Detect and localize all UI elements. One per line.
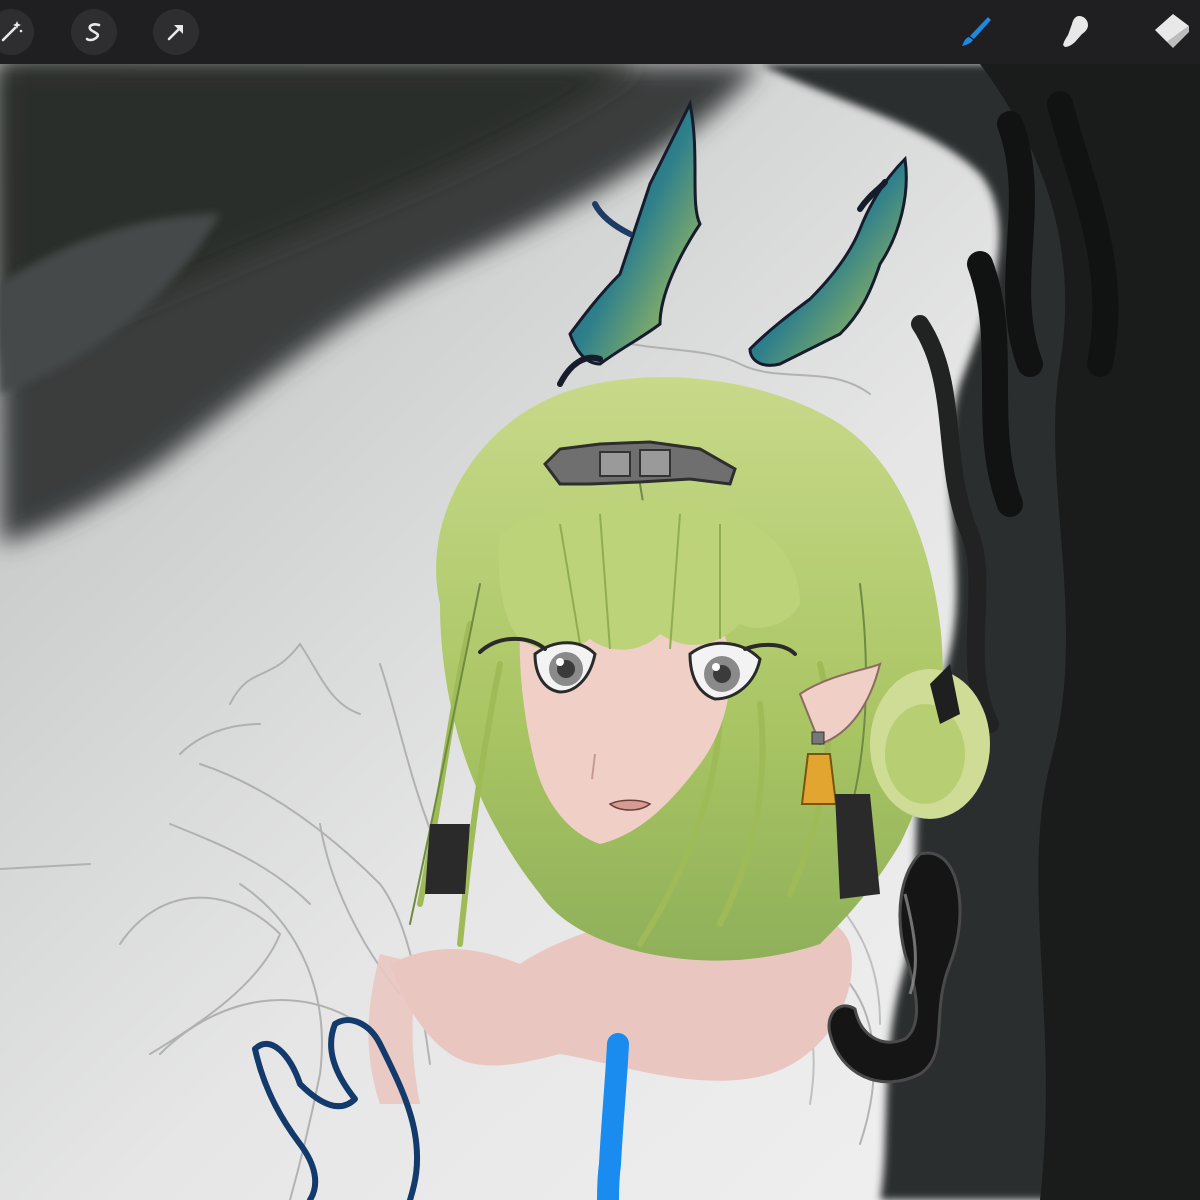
brush-icon [962,17,991,46]
smudge-button[interactable] [1051,8,1099,56]
brush-button[interactable] [951,8,999,56]
eraser-icon [1155,14,1189,48]
selection-button[interactable] [71,9,117,55]
top-toolbar [0,0,1200,64]
transform-arrow-icon [167,25,183,41]
eraser-button[interactable] [1149,8,1197,56]
transform-button[interactable] [153,9,199,55]
drawing-canvas[interactable] [0,64,1200,1200]
selection-s-icon [85,23,101,42]
drawing-app [0,0,1200,1200]
smudge-finger-icon [1063,16,1088,47]
magic-wand-icon [1,21,23,42]
adjustments-button[interactable] [0,9,34,55]
artwork [0,64,1200,1200]
